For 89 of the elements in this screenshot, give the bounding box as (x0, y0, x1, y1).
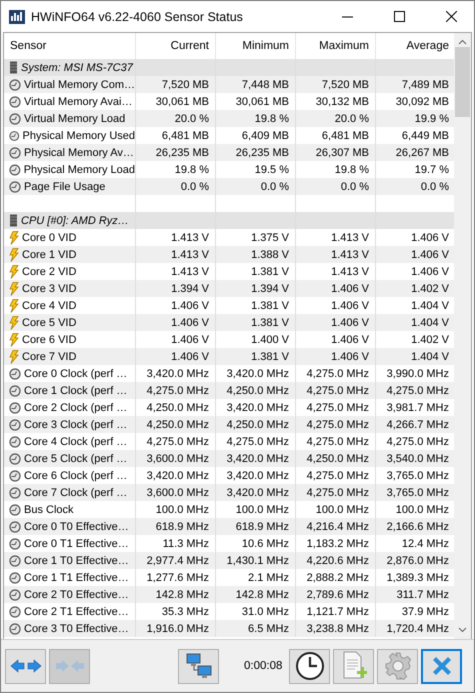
sensor-name[interactable]: Core 0 VID (22, 232, 76, 244)
gauge-icon (9, 554, 21, 566)
sensor-name[interactable]: Core 5 VID (22, 316, 76, 328)
gauge-icon (9, 470, 21, 482)
sensor-name[interactable]: Core 1 Clock (perf … (24, 384, 128, 396)
gauge-icon (9, 180, 21, 192)
sensor-group-name[interactable]: CPU [#0]: AMD Ryz… (21, 214, 129, 226)
chip-icon (9, 61, 18, 74)
gauge-icon (9, 606, 21, 618)
gauge-icon (9, 572, 21, 584)
gauge-icon (9, 130, 20, 142)
gauge-icon (9, 368, 21, 380)
sensor-name[interactable]: Physical Memory Av… (24, 146, 134, 158)
gauge-icon (9, 588, 21, 600)
sensor-name[interactable]: Core 3 VID (22, 282, 76, 294)
gauge-icon (9, 452, 21, 464)
sensor-name[interactable]: Core 1 T0 Effective… (24, 554, 129, 566)
sensor-name[interactable]: Core 1 T1 Effective… (24, 572, 129, 584)
lightning-icon (9, 230, 19, 244)
sensor-group-name[interactable]: System: MSI MS-7C37 (21, 62, 133, 74)
sensor-name[interactable]: Core 0 T1 Effective… (24, 538, 129, 550)
arrows-apart-icon (10, 659, 42, 673)
network-button[interactable] (178, 648, 219, 684)
gauge-icon (9, 418, 21, 430)
gauge-icon (9, 112, 21, 124)
sensor-name[interactable]: Physical Memory Load (24, 164, 135, 176)
gauge-icon (9, 486, 21, 498)
gauge-icon (9, 96, 21, 108)
app-icon (9, 10, 25, 24)
sensor-name[interactable]: Core 4 VID (22, 300, 76, 312)
lightning-icon (9, 264, 19, 278)
window-title: HWiNFO64 v6.22-4060 Sensor Status (31, 10, 244, 24)
gauge-icon (9, 146, 21, 158)
document-add-icon (340, 651, 367, 681)
gauge-icon (9, 164, 21, 176)
elapsed-time: 0:00:08 (244, 660, 282, 672)
gauge-icon (9, 384, 21, 396)
maximize-icon (394, 11, 404, 22)
sensor-name[interactable]: Core 6 Clock (perf … (24, 470, 128, 482)
sensor-name[interactable]: Core 6 VID (22, 334, 76, 346)
chip-icon (9, 214, 18, 227)
gauge-icon (9, 622, 21, 634)
scrollbar-thumb[interactable] (455, 47, 470, 117)
lightning-icon (9, 282, 19, 296)
gauge-icon (9, 402, 21, 414)
sensor-name[interactable]: Core 2 T0 Effective… (24, 588, 129, 600)
sensor-name[interactable]: Core 0 Clock (perf … (24, 368, 128, 380)
clock-icon (294, 651, 325, 681)
sensor-name[interactable]: Bus Clock (24, 504, 74, 516)
sensor-name[interactable]: Virtual Memory Com… (24, 78, 135, 90)
arrows-together-icon (54, 659, 86, 673)
sensor-name[interactable]: Physical Memory Used (22, 130, 135, 142)
gauge-icon (9, 436, 21, 448)
value-cell: 1,916.0 MHz (136, 620, 216, 637)
sensor-name[interactable]: Core 3 T0 Effective… (24, 622, 129, 634)
sensor-name[interactable]: Core 4 Clock (perf … (24, 436, 128, 448)
lightning-icon (9, 248, 19, 262)
gauge-icon (9, 538, 21, 550)
sensor-name[interactable]: Core 2 VID (22, 266, 76, 278)
sensor-name[interactable]: Virtual Memory Avai… (24, 96, 132, 108)
expand-all-button[interactable] (5, 648, 46, 684)
gear-icon (384, 652, 412, 680)
sensor-name[interactable]: Core 7 VID (22, 350, 76, 362)
value-cell: 6.5 MHz (216, 620, 296, 637)
scroll-down-icon[interactable] (458, 627, 467, 633)
gauge-icon (9, 78, 21, 90)
value-cell: 3,238.8 MHz (296, 620, 376, 637)
sensor-name[interactable]: Core 1 VID (22, 248, 76, 260)
scroll-up-icon[interactable] (458, 39, 467, 45)
sensor-name[interactable]: Core 5 Clock (perf … (24, 452, 128, 464)
close-button[interactable] (421, 648, 462, 684)
close-icon (446, 11, 456, 22)
reset-clock-button[interactable] (289, 648, 330, 684)
sensor-name[interactable]: Virtual Memory Load (24, 112, 126, 124)
sensor-name[interactable]: Core 2 Clock (perf … (24, 402, 128, 414)
sensor-name[interactable]: Page File Usage (24, 180, 106, 192)
sensor-name[interactable]: Core 2 T1 Effective… (24, 606, 129, 618)
lightning-icon (9, 316, 19, 330)
sensor-name[interactable]: Core 0 T0 Effective… (24, 520, 129, 532)
lightning-icon (9, 298, 19, 312)
settings-button[interactable] (377, 648, 418, 684)
scrollbar[interactable] (454, 33, 471, 639)
monitors-icon (184, 651, 214, 681)
gauge-icon (9, 504, 21, 516)
sensor-name[interactable]: Core 3 Clock (perf … (24, 418, 128, 430)
lightning-icon (9, 332, 19, 346)
sensor-name[interactable]: Core 7 Clock (perf … (24, 486, 128, 498)
gauge-icon (9, 520, 21, 532)
lightning-icon (9, 350, 19, 364)
